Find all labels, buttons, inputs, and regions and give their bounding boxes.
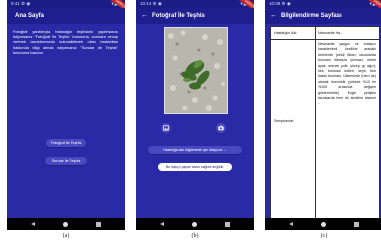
system-nav-bar xyxy=(265,218,381,230)
status-icons: ⚙ ◉ xyxy=(21,1,31,6)
app-bar: ← Bilgilendirme Sayfası xyxy=(265,8,381,24)
status-bar: 9:41 ⚙ ◉ ▾◢ ▮ xyxy=(7,0,125,8)
status-time: 10:14 xyxy=(140,1,152,6)
nav-back-icon[interactable] xyxy=(31,221,35,226)
phone-screen-photo: 10:14 ⚙ ◉ ▾◢ ▮ DEBUG ← Fotoğraf İle Teşh… xyxy=(136,0,254,230)
system-nav-bar xyxy=(136,218,254,230)
photo-diagnosis-button[interactable]: Fotoğraf ile Teşhis xyxy=(46,139,86,147)
nav-home-icon[interactable] xyxy=(321,221,326,227)
disease-info-table[interactable]: Hastalığın Adı: Newcastle Ha... Newcastl… xyxy=(270,26,380,220)
caption-a: (a) xyxy=(62,233,70,239)
status-bar: 10:09 ⚙ ◉ ▾◢ ▮ xyxy=(265,0,381,8)
system-nav-bar xyxy=(7,218,125,230)
question-diagnosis-button[interactable]: Sorular ile Teşhis xyxy=(45,157,87,165)
nav-back-icon[interactable] xyxy=(160,221,164,226)
table-divider xyxy=(315,27,316,219)
sample-photo xyxy=(164,27,228,114)
symptoms-label: Semptomlar: xyxy=(274,119,295,123)
status-time: 9:41 xyxy=(11,1,20,6)
disease-description: Newcastle yaygın ve bulaşıcı karakterize… xyxy=(318,42,376,106)
app-bar: ← Fotoğraf İle Teşhis xyxy=(136,8,254,24)
page-title: Ana Sayfa xyxy=(15,13,45,19)
nav-recent-icon[interactable] xyxy=(225,221,230,227)
diagnosis-result-text: Bu dışkıyı yapan tavuk sağlıklı değildir… xyxy=(158,163,232,171)
nav-recent-icon[interactable] xyxy=(96,221,101,227)
nav-home-icon[interactable] xyxy=(192,221,197,227)
nav-home-icon[interactable] xyxy=(63,221,68,227)
back-arrow-icon[interactable]: ← xyxy=(270,8,277,24)
page-title: Fotoğraf İle Teşhis xyxy=(152,13,205,19)
caption-b: (b) xyxy=(191,233,199,239)
phone-screen-home: 9:41 ⚙ ◉ ▾◢ ▮ DEBUG Ana Sayfa Fotoğraf y… xyxy=(7,0,125,230)
status-time: 10:09 xyxy=(269,1,281,6)
caption-c: (c) xyxy=(320,233,328,239)
phone-screen-info: 10:09 ⚙ ◉ ▾◢ ▮ DEBUG ← Bilgilendirme Say… xyxy=(265,0,381,230)
nav-recent-icon[interactable] xyxy=(354,221,359,227)
page-title: Bilgilendirme Sayfası xyxy=(281,13,342,19)
learn-disease-button[interactable]: Hastalığa dair bilgilenmek için tıklayın… xyxy=(148,146,242,154)
gallery-button[interactable] xyxy=(161,123,171,133)
status-icons: ⚙ ◉ xyxy=(152,1,162,6)
disease-name-label: Hastalığın Adı: xyxy=(274,31,298,35)
disease-name-value: Newcastle Ha... xyxy=(318,31,344,35)
instructions-text: Fotoğraf yardımıyla hastalığın teşhisini… xyxy=(13,29,118,55)
image-icon xyxy=(163,125,169,131)
back-arrow-icon[interactable]: ← xyxy=(141,8,148,24)
table-row-disease-name: Hastalığın Adı: Newcastle Ha... xyxy=(271,27,379,40)
status-icons: ⚙ ◉ xyxy=(281,1,291,6)
camera-button[interactable] xyxy=(216,123,226,133)
status-bar: 10:14 ⚙ ◉ ▾◢ ▮ xyxy=(136,0,254,8)
nav-back-icon[interactable] xyxy=(289,221,293,226)
app-bar: Ana Sayfa xyxy=(7,8,125,24)
camera-icon xyxy=(218,125,224,131)
